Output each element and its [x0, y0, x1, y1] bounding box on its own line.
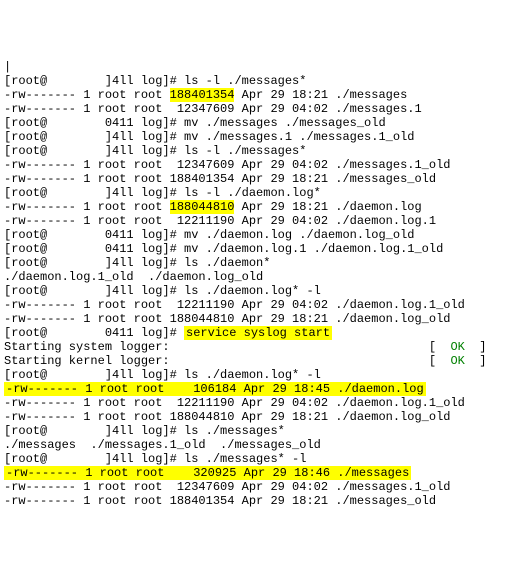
terminal-line: -rw------- 1 root root 12347609 Apr 29 0… — [4, 480, 517, 494]
terminal-segment: 188044810 — [170, 200, 235, 214]
terminal-segment: ] — [465, 354, 487, 368]
terminal-line: -rw------- 1 root root 12211190 Apr 29 0… — [4, 214, 517, 228]
terminal-segment: Starting kernel logger: [ — [4, 354, 450, 368]
terminal-segment: -rw------- 1 root root — [4, 88, 170, 102]
terminal-segment: -rw------- 1 root root 12347609 Apr 29 0… — [4, 158, 450, 172]
terminal-segment: Starting system logger: [ — [4, 340, 450, 354]
terminal-line: [root@ 0411 log]# mv ./messages ./messag… — [4, 116, 517, 130]
terminal-line: [root@ ]4ll log]# ls ./daemon.log* -l — [4, 284, 517, 298]
terminal-segment: -rw------- 1 root root 320925 Apr 29 18:… — [4, 466, 411, 480]
terminal-segment: -rw------- 1 root root 12347609 Apr 29 0… — [4, 480, 450, 494]
terminal-segment: [root@ ]4ll log]# ls ./messages* -l — [4, 452, 306, 466]
terminal-segment: -rw------- 1 root root 188044810 Apr 29 … — [4, 312, 450, 326]
terminal-segment: -rw------- 1 root root 188044810 Apr 29 … — [4, 410, 450, 424]
terminal-line: [root@ 0411 log]# mv ./daemon.log ./daem… — [4, 228, 517, 242]
terminal-line: Starting kernel logger: [ OK ] — [4, 354, 517, 368]
terminal-segment: OK — [450, 354, 464, 368]
terminal-line: -rw------- 1 root root 188401354 Apr 29 … — [4, 88, 517, 102]
terminal-line: ./messages ./messages.1_old ./messages_o… — [4, 438, 517, 452]
terminal-line: [root@ ]4ll log]# ls ./messages* -l — [4, 452, 517, 466]
terminal-segment: ] — [465, 340, 487, 354]
terminal-line: [root@ ]4ll log]# ls -l ./messages* — [4, 144, 517, 158]
terminal-line: -rw------- 1 root root 188044810 Apr 29 … — [4, 410, 517, 424]
terminal-segment: ./messages ./messages.1_old ./messages_o… — [4, 438, 321, 452]
terminal-segment: [root@ ]4ll log]# ls ./daemon.log* -l — [4, 368, 321, 382]
terminal-line: -rw------- 1 root root 320925 Apr 29 18:… — [4, 466, 517, 480]
terminal-line: | — [4, 60, 517, 74]
terminal-line: [root@ ]4ll log]# ls ./daemon* — [4, 256, 517, 270]
terminal-segment: [root@ ]4ll log]# ls ./messages* — [4, 424, 285, 438]
terminal-line: -rw------- 1 root root 188401354 Apr 29 … — [4, 494, 517, 508]
terminal-segment: [root@ ]4ll log]# ls ./daemon.log* -l — [4, 284, 321, 298]
terminal-line: -rw------- 1 root root 188044810 Apr 29 … — [4, 200, 517, 214]
terminal-segment: OK — [450, 340, 464, 354]
terminal-segment: -rw------- 1 root root — [4, 200, 170, 214]
terminal-segment: | — [4, 60, 11, 74]
terminal-segment: ./daemon.log.1_old ./daemon.log_old — [4, 270, 263, 284]
terminal-segment: Apr 29 18:21 ./messages — [234, 88, 407, 102]
terminal-segment: [root@ 0411 log]# mv ./daemon.log.1 ./da… — [4, 242, 443, 256]
terminal-segment: [root@ 0411 log]# — [4, 326, 184, 340]
terminal-segment: service syslog start — [184, 326, 332, 340]
terminal-segment: -rw------- 1 root root 12347609 Apr 29 0… — [4, 102, 422, 116]
terminal-line: -rw------- 1 root root 106184 Apr 29 18:… — [4, 382, 517, 396]
terminal-segment: 188401354 — [170, 88, 235, 102]
terminal-line: [root@ ]4ll log]# ls ./messages* — [4, 424, 517, 438]
terminal-line: [root@ ]4ll log]# mv ./messages.1 ./mess… — [4, 130, 517, 144]
terminal-line: [root@ ]4ll log]# ls ./daemon.log* -l — [4, 368, 517, 382]
terminal-line: -rw------- 1 root root 188401354 Apr 29 … — [4, 172, 517, 186]
terminal-segment: [root@ 0411 log]# mv ./daemon.log ./daem… — [4, 228, 414, 242]
terminal-line: [root@ 0411 log]# mv ./daemon.log.1 ./da… — [4, 242, 517, 256]
terminal-output: |[root@ ]4ll log]# ls -l ./messages*-rw-… — [4, 60, 517, 508]
terminal-line: Starting system logger: [ OK ] — [4, 340, 517, 354]
terminal-line: -rw------- 1 root root 12347609 Apr 29 0… — [4, 102, 517, 116]
terminal-segment: -rw------- 1 root root 188401354 Apr 29 … — [4, 494, 436, 508]
terminal-segment: -rw------- 1 root root 12211190 Apr 29 0… — [4, 298, 465, 312]
terminal-line: ./daemon.log.1_old ./daemon.log_old — [4, 270, 517, 284]
terminal-line: -rw------- 1 root root 12347609 Apr 29 0… — [4, 158, 517, 172]
terminal-line: [root@ ]4ll log]# ls -l ./messages* — [4, 74, 517, 88]
terminal-segment: -rw------- 1 root root 12211190 Apr 29 0… — [4, 214, 436, 228]
terminal-line: -rw------- 1 root root 12211190 Apr 29 0… — [4, 298, 517, 312]
terminal-line: [root@ 0411 log]# service syslog start — [4, 326, 517, 340]
terminal-line: [root@ ]4ll log]# ls -l ./daemon.log* — [4, 186, 517, 200]
terminal-line: -rw------- 1 root root 12211190 Apr 29 0… — [4, 396, 517, 410]
terminal-segment: [root@ ]4ll log]# ls ./daemon* — [4, 256, 270, 270]
terminal-segment: [root@ ]4ll log]# ls -l ./daemon.log* — [4, 186, 321, 200]
terminal-segment: -rw------- 1 root root 12211190 Apr 29 0… — [4, 396, 465, 410]
terminal-segment: -rw------- 1 root root 106184 Apr 29 18:… — [4, 382, 426, 396]
terminal-segment: [root@ ]4ll log]# mv ./messages.1 ./mess… — [4, 130, 414, 144]
terminal-segment: -rw------- 1 root root 188401354 Apr 29 … — [4, 172, 436, 186]
terminal-line: -rw------- 1 root root 188044810 Apr 29 … — [4, 312, 517, 326]
terminal-segment: Apr 29 18:21 ./daemon.log — [234, 200, 421, 214]
terminal-segment: [root@ ]4ll log]# ls -l ./messages* — [4, 144, 306, 158]
terminal-segment: [root@ 0411 log]# mv ./messages ./messag… — [4, 116, 386, 130]
terminal-segment: [root@ ]4ll log]# ls -l ./messages* — [4, 74, 306, 88]
